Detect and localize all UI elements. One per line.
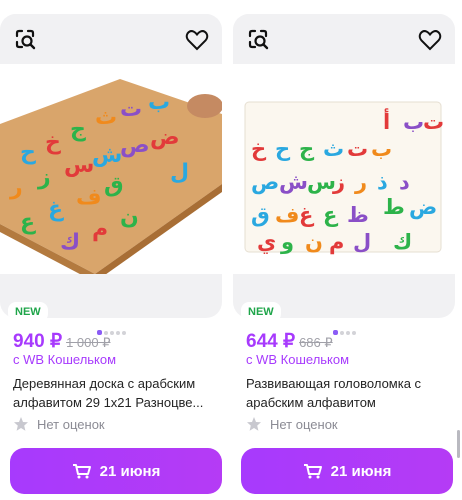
photo-pagination — [0, 322, 222, 335]
svg-text:ت: ت — [423, 110, 444, 134]
svg-text:ن: ن — [120, 205, 139, 230]
svg-text:ش: ش — [92, 143, 122, 168]
product-title[interactable]: Развивающая головоломка с арабским алфав… — [246, 374, 451, 412]
svg-text:ك: ك — [60, 230, 80, 255]
svg-text:ض: ض — [150, 125, 180, 150]
cart-icon — [72, 464, 91, 479]
svg-text:ت: ت — [120, 97, 142, 122]
svg-text:ب: ب — [148, 90, 170, 115]
svg-text:ق: ق — [104, 173, 124, 198]
svg-text:ط: ط — [383, 195, 405, 219]
svg-text:ذ: ذ — [377, 170, 388, 194]
svg-text:ث: ث — [95, 105, 117, 130]
rating-text: Нет оценок — [37, 416, 105, 432]
pagination-dot — [339, 331, 344, 335]
svg-text:ع: ع — [323, 203, 339, 227]
product-image: أبت خحج ثتب صشس زرذد ضط قفغ عظ يون ملك — [233, 64, 455, 274]
svg-text:ض: ض — [409, 195, 437, 219]
heart-icon[interactable] — [417, 27, 443, 53]
product-title[interactable]: Деревянная доска с арабским алфавитом 29… — [13, 374, 218, 412]
svg-text:ل: ل — [170, 160, 189, 185]
svg-text:ي: ي — [257, 230, 276, 255]
current-price: 940 ₽ — [13, 331, 63, 352]
cart-icon — [303, 464, 322, 479]
svg-text:م: م — [92, 217, 108, 242]
svg-text:ك: ك — [393, 230, 412, 254]
pagination-dot — [115, 331, 120, 335]
svg-text:س: س — [64, 153, 94, 178]
svg-text:ح: ح — [20, 140, 36, 165]
svg-text:ز: ز — [37, 165, 51, 190]
rating-row: Нет оценок — [13, 416, 105, 432]
old-price: 1 000 ₽ — [66, 335, 111, 350]
svg-text:ف: ف — [76, 185, 102, 210]
heart-icon[interactable] — [184, 27, 210, 53]
product-photo[interactable]: حخ جث تب رز سش صض عغ فق ل ك من NEW — [0, 14, 222, 318]
photo-pagination — [233, 322, 455, 335]
product-card[interactable]: حخ جث تب رز سش صض عغ فق ل ك من NEW 940 ₽1… — [0, 0, 222, 500]
pagination-dot — [351, 331, 356, 335]
svg-text:غ: غ — [48, 197, 64, 222]
svg-text:و: و — [280, 230, 294, 254]
svg-text:ص: ص — [120, 133, 150, 158]
svg-text:ج: ج — [299, 137, 315, 162]
svg-text:ر: ر — [354, 170, 367, 194]
svg-text:ب: ب — [371, 137, 392, 161]
star-icon — [247, 417, 261, 431]
star-icon — [14, 417, 28, 431]
svg-text:س: س — [307, 170, 336, 194]
add-to-cart-button[interactable]: 21 июня — [10, 448, 222, 494]
wallet-note: с WB Кошельком — [246, 352, 350, 367]
add-to-cart-button[interactable]: 21 июня — [241, 448, 453, 494]
svg-text:ح: ح — [275, 137, 291, 161]
svg-text:ع: ع — [20, 210, 36, 235]
svg-text:ن: ن — [305, 230, 323, 254]
new-badge: NEW — [8, 302, 48, 318]
svg-text:ج: ج — [70, 117, 86, 142]
image-search-icon[interactable] — [12, 27, 38, 53]
svg-text:ب: ب — [403, 110, 424, 134]
svg-text:ت: ت — [347, 137, 368, 161]
svg-text:ص: ص — [251, 170, 279, 194]
new-badge: NEW — [241, 302, 281, 318]
svg-text:ش: ش — [279, 170, 308, 194]
svg-text:ق: ق — [251, 203, 270, 227]
svg-text:ف: ف — [275, 203, 299, 227]
puzzle-board-illustration: أ بت خحج ثتب صشس زرذد ضط قفغ عظ يون ملك — [244, 101, 444, 255]
svg-text:ز: ز — [332, 170, 345, 194]
svg-text:ث: ث — [323, 137, 344, 161]
product-card[interactable]: أبت خحج ثتب صشس زرذد ضط قفغ عظ يون ملك N… — [233, 0, 455, 500]
product-photo[interactable]: أبت خحج ثتب صشس زرذد ضط قفغ عظ يون ملك N… — [233, 14, 455, 318]
old-price: 686 ₽ — [299, 335, 333, 350]
pagination-dot — [332, 330, 338, 335]
rating-row: Нет оценок — [246, 416, 338, 432]
svg-text:د: د — [399, 170, 410, 194]
product-image: حخ جث تب رز سش صض عغ فق ل ك من — [0, 64, 222, 274]
svg-text:أ: أ — [383, 107, 390, 134]
pagination-dot — [345, 331, 350, 335]
rating-text: Нет оценок — [270, 416, 338, 432]
delivery-date: 21 июня — [330, 462, 392, 480]
pagination-dot — [121, 331, 126, 335]
svg-text:غ: غ — [299, 203, 315, 227]
delivery-date: 21 июня — [99, 462, 161, 480]
wallet-note: с WB Кошельком — [13, 352, 117, 367]
price-row: 940 ₽1 000 ₽ — [13, 330, 111, 353]
scrollbar[interactable] — [457, 430, 460, 458]
wooden-board-illustration: حخ جث تب رز سش صض عغ فق ل ك من — [0, 79, 222, 274]
svg-text:خ: خ — [45, 130, 61, 155]
price-row: 644 ₽686 ₽ — [246, 330, 333, 353]
image-search-icon[interactable] — [245, 27, 271, 53]
svg-text:م: م — [329, 230, 344, 254]
svg-text:ر: ر — [9, 175, 23, 200]
svg-text:خ: خ — [251, 137, 267, 161]
current-price: 644 ₽ — [246, 331, 296, 352]
svg-text:ظ: ظ — [347, 203, 369, 227]
svg-text:ل: ل — [353, 230, 371, 254]
